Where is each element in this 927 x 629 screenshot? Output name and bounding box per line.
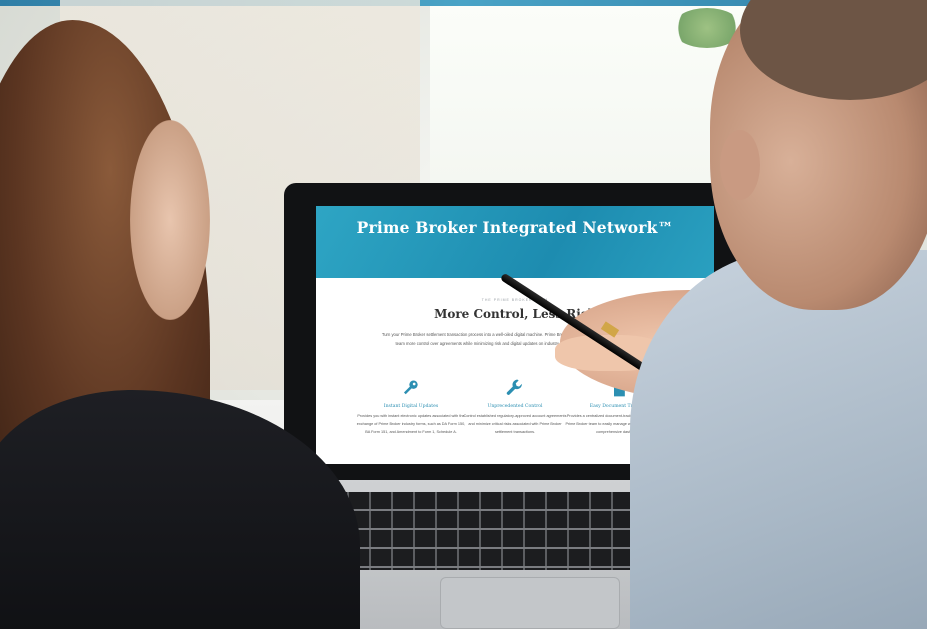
man-figure bbox=[630, 0, 927, 629]
feature-instant-digital-updates: Instant Digital Updates Provides you wit… bbox=[356, 378, 466, 437]
man-ear bbox=[720, 130, 760, 200]
feature-title: Unprecedented Control bbox=[487, 404, 543, 409]
key-icon bbox=[403, 380, 418, 395]
photo-scene: Prime Broker Integrated Network™ THE PRI… bbox=[0, 0, 927, 629]
woman-face bbox=[130, 120, 210, 320]
woman-figure bbox=[0, 0, 360, 629]
feature-unprecedented-control: Unprecedented Control Control establishe… bbox=[460, 378, 570, 437]
laptop-trackpad bbox=[440, 577, 620, 629]
feature-title: Instant Digital Updates bbox=[383, 404, 439, 409]
feature-text: Provides you with instant electronic upd… bbox=[356, 414, 466, 435]
feature-text: Control established regulatory-approved … bbox=[463, 414, 567, 435]
wrench-icon bbox=[506, 379, 522, 395]
man-shirt bbox=[630, 250, 927, 629]
